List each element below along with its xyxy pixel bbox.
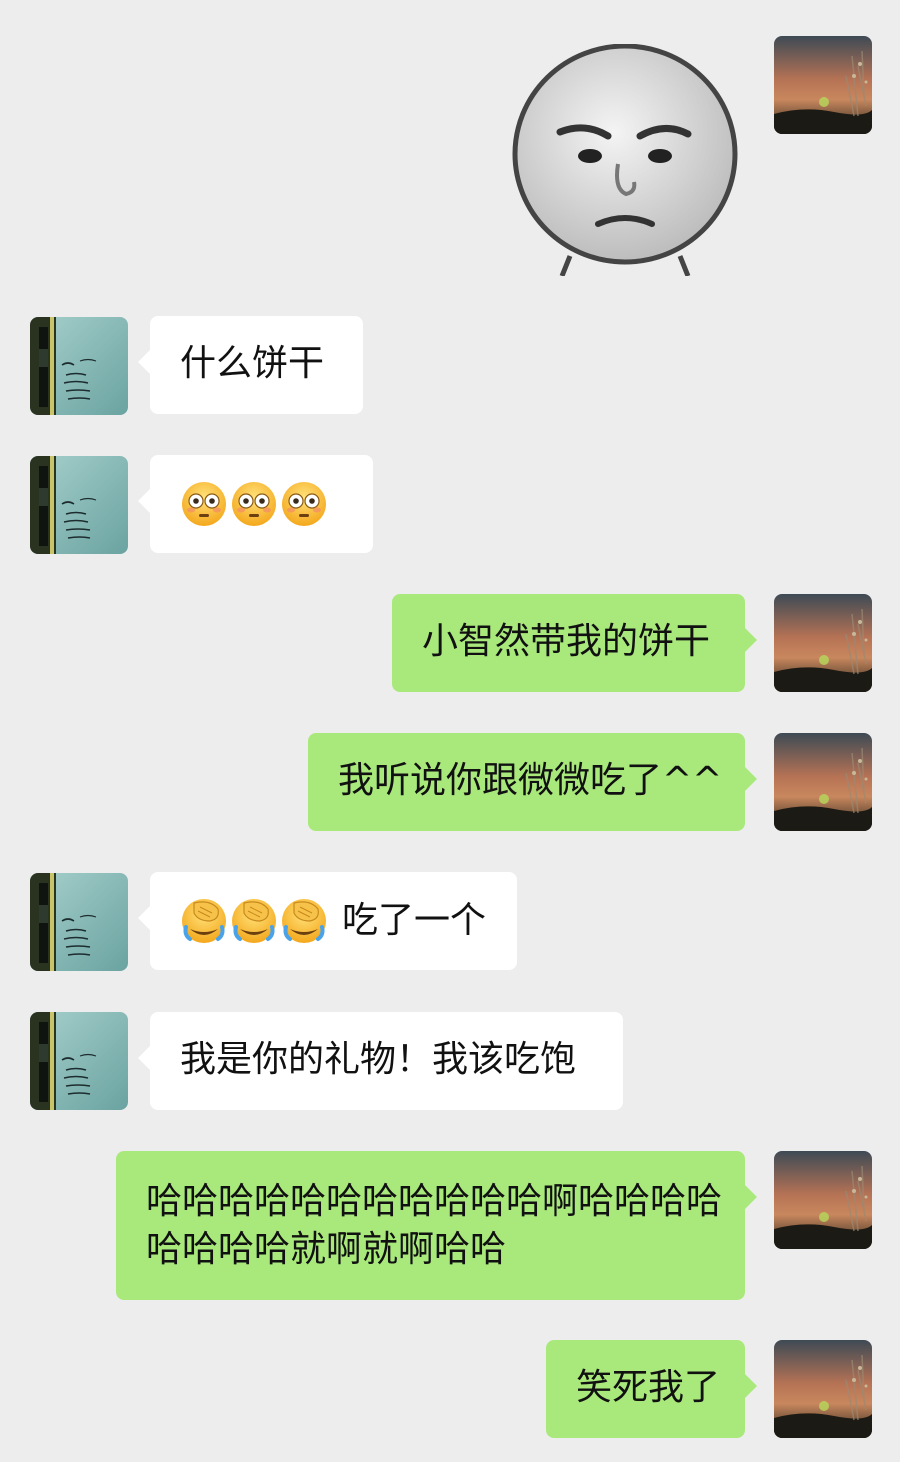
message-bubble-outgoing[interactable]: 我听说你跟微微吃了^^: [308, 733, 757, 831]
message-bubble-incoming[interactable]: 什么饼干: [138, 316, 363, 414]
message-bubble-outgoing[interactable]: 哈哈哈哈哈哈哈哈哈哈哈啊哈哈哈哈 哈哈哈哈就啊就啊哈哈: [116, 1151, 757, 1300]
self-avatar[interactable]: [774, 1340, 872, 1438]
message-text: 小智然带我的饼干: [422, 621, 711, 662]
message-text: 我是你的礼物！我该吃饱: [180, 1039, 577, 1080]
message-bubble-outgoing[interactable]: 小智然带我的饼干: [392, 594, 757, 692]
message-bubble-outgoing[interactable]: 笑死我了: [546, 1340, 757, 1438]
message-bubble-incoming[interactable]: 吃了一个: [138, 872, 517, 970]
message-text-line: 哈哈哈哈就啊就啊哈哈: [146, 1229, 507, 1270]
flushed-face-icon: [281, 481, 327, 527]
message-text: 吃了一个: [342, 900, 487, 941]
self-avatar[interactable]: [774, 36, 872, 134]
contact-avatar[interactable]: [30, 317, 128, 415]
message-text: 笑死我了: [576, 1367, 721, 1408]
face-palm-crying-icon: [230, 897, 278, 945]
self-avatar[interactable]: [774, 594, 872, 692]
message-bubble-incoming[interactable]: 我是你的礼物！我该吃饱: [138, 1012, 623, 1110]
message-bubble-incoming[interactable]: [138, 455, 373, 553]
message-text-line: 哈哈哈哈哈哈哈哈哈哈哈啊哈哈哈哈: [146, 1181, 723, 1222]
face-palm-crying-icon: [280, 897, 328, 945]
message-text: 我听说你跟微微吃了^^: [338, 760, 723, 801]
flushed-face-icon: [181, 481, 227, 527]
contact-avatar[interactable]: [30, 1012, 128, 1110]
self-avatar[interactable]: [774, 1151, 872, 1249]
face-palm-crying-icon: [180, 897, 228, 945]
message-text: 什么饼干: [180, 343, 325, 384]
flushed-face-icon: [231, 481, 277, 527]
grumpy-face-sticker[interactable]: [510, 43, 740, 277]
self-avatar[interactable]: [774, 733, 872, 831]
contact-avatar[interactable]: [30, 873, 128, 971]
contact-avatar[interactable]: [30, 456, 128, 554]
